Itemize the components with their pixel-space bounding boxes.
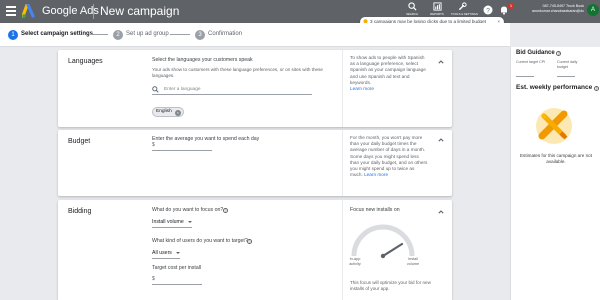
bid-guidance-title-text: Bid Guidance [516, 50, 555, 56]
language-chip-english[interactable]: English × [152, 107, 184, 117]
bidding-title: Bidding [68, 208, 92, 215]
current-target-cpi-label: Current target CPI [516, 60, 546, 64]
target-cost-label: Target cost per install [152, 265, 202, 271]
card-separator [342, 200, 343, 300]
bidding-card: Bidding What do you want to focus on? ? … [58, 200, 452, 300]
dropdown-arrow-icon [175, 252, 180, 254]
est-weekly-performance-title: Est. weekly performance ? [516, 84, 600, 91]
users-select-underline [152, 258, 180, 259]
pencil-illustration-icon [536, 108, 572, 144]
current-daily-budget-label: Current daily budget [557, 60, 578, 69]
budget-help-text: For the month, you won't pay more than y… [350, 135, 428, 178]
app-title: Google Ads [42, 5, 99, 17]
daily-budget-input[interactable]: $ [152, 142, 212, 151]
languages-prompt: Select the languages your customers spea… [152, 57, 253, 63]
search-icon [407, 2, 417, 11]
wrench-icon [458, 2, 467, 10]
language-chip-label: English [156, 109, 172, 114]
current-daily-budget-value [557, 76, 575, 77]
focus-select-value: Install volume [152, 219, 184, 225]
est-weekly-performance-text: Est. weekly performance [516, 84, 593, 91]
step-number: 3 [195, 30, 205, 40]
languages-title: Languages [68, 58, 103, 65]
language-search-field[interactable]: Enter a language [152, 85, 312, 95]
help-icon[interactable]: ? [483, 5, 493, 15]
collapse-chevron-up-icon[interactable] [438, 59, 444, 65]
search-icon [152, 86, 159, 93]
step-number: 1 [8, 30, 18, 40]
card-separator [342, 50, 343, 127]
budget-title: Budget [68, 138, 91, 145]
focus-panel-title: Focus new installs on [350, 207, 400, 213]
help-circle-icon[interactable]: ? [594, 85, 600, 91]
step-label: Set up ad group [126, 31, 169, 37]
top-app-bar: Google Ads New campaign SEARCH REPORTS T… [0, 0, 600, 23]
focus-select-underline [152, 227, 192, 228]
help-circle-icon[interactable]: ? [556, 50, 562, 56]
step-connector [90, 34, 108, 35]
reports-tool-label: REPORTS [430, 12, 444, 16]
focus-question: What do you want to focus on? [152, 207, 223, 213]
reports-icon [432, 2, 442, 11]
focus-question-text: What do you want to focus on? [152, 207, 224, 213]
users-select[interactable]: All users [152, 250, 180, 256]
target-cpi-currency: $ [152, 276, 155, 282]
step-label: Select campaign settings [21, 31, 94, 37]
step-number: 2 [113, 30, 123, 40]
estimates-unavailable-text: Estimates for this campaign are not avai… [519, 153, 592, 164]
search-tool-label: SEARCH [406, 12, 418, 16]
hamburger-menu-icon[interactable] [6, 6, 16, 16]
budget-help: For the month, you won't pay more than y… [348, 130, 428, 178]
current-target-cpi-value [516, 76, 534, 77]
languages-help-text: To show ads to people with Spanish as a … [350, 55, 426, 85]
budget-currency: $ [152, 142, 155, 148]
account-email: anonkumar.chandrasekaran@dci... [532, 9, 584, 13]
collapse-chevron-up-icon[interactable] [438, 209, 444, 215]
account-info[interactable]: 087-745-5497 Truck Book anonkumar.chandr… [532, 4, 584, 14]
languages-card: Languages Select the languages your cust… [58, 50, 452, 127]
google-ads-logo[interactable] [22, 4, 38, 18]
svg-text:?: ? [486, 7, 490, 14]
card-separator [342, 130, 343, 196]
languages-help: To show ads to people with Spanish as a … [348, 50, 428, 92]
avatar[interactable]: A [587, 4, 599, 16]
languages-learn-more-link[interactable]: Learn more [350, 86, 374, 91]
page-title: New campaign [100, 4, 180, 18]
step-connector [170, 34, 190, 35]
collapse-chevron-up-icon[interactable] [438, 137, 444, 143]
focus-gauge [351, 224, 415, 259]
remove-chip-icon[interactable]: × [174, 109, 181, 116]
dropdown-arrow-icon [187, 221, 192, 223]
notification-count-badge: 1 [508, 3, 514, 9]
users-select-value: All users [152, 250, 172, 256]
gauge-left-label: In-app activity [349, 257, 361, 266]
bid-guidance-title: Bid Guidance ? [516, 50, 562, 56]
language-search-placeholder: Enter a language [164, 87, 201, 92]
gauge-right-label: Install volume [406, 257, 420, 266]
budget-card: Budget Enter the average you want to spe… [58, 130, 452, 196]
header-divider [93, 4, 94, 19]
tools-settings-label: TOOLS & SETTINGS [451, 12, 478, 16]
target-cpi-input[interactable]: $ [152, 276, 202, 285]
step-label: Confirmation [208, 31, 243, 37]
budget-learn-more-link[interactable]: Learn more [364, 172, 388, 177]
users-question: What kind of users do you want to target… [152, 238, 248, 244]
campaign-stepper: 1 Select campaign settings 2 Set up ad g… [0, 23, 510, 47]
users-question-text: What kind of users do you want to target… [152, 238, 248, 244]
help-circle-icon[interactable]: ? [247, 238, 252, 244]
languages-description: Your ads show to customers with these la… [152, 67, 323, 78]
focus-panel-text: This focus will optimize your bid for ne… [350, 280, 431, 291]
help-circle-icon[interactable]: ? [223, 207, 228, 213]
focus-select[interactable]: Install volume [152, 219, 192, 225]
